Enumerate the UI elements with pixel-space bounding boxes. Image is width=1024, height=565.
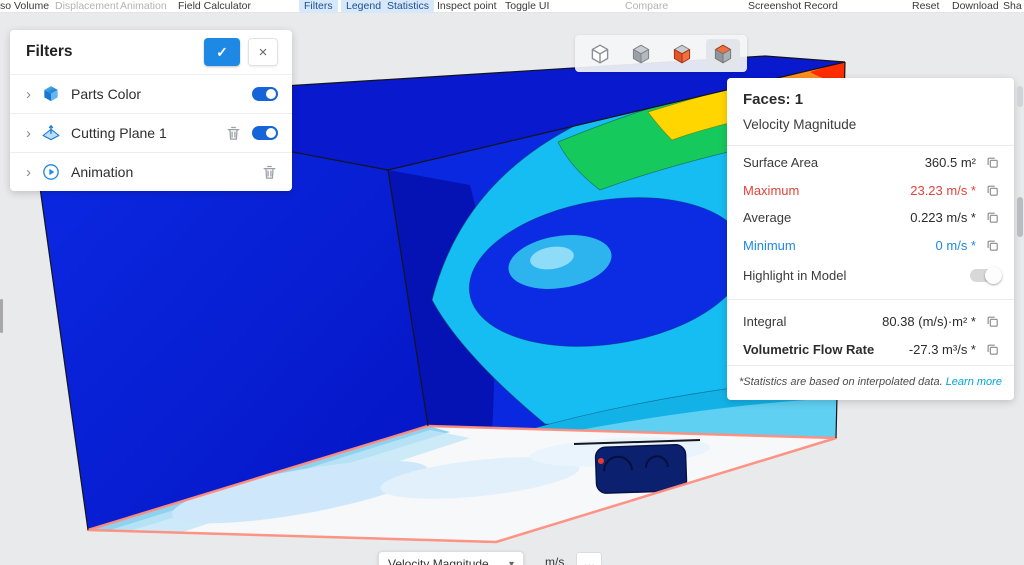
cube-clipped-icon bbox=[673, 44, 690, 63]
field-selector-label: Velocity Magnitude bbox=[388, 557, 489, 565]
filters-panel-header: Filters ✓ × bbox=[10, 30, 292, 74]
toolbar-item-iso-volume[interactable]: so Volume bbox=[0, 0, 49, 13]
cube-outline-icon bbox=[591, 44, 608, 63]
stat-label: Integral bbox=[743, 314, 787, 330]
filter-row-animation[interactable]: › Animation bbox=[10, 152, 292, 191]
toolbar-item-inspect-point[interactable]: Inspect point bbox=[437, 0, 497, 13]
stat-row-highlight: Highlight in Model bbox=[727, 259, 1014, 292]
copy-icon[interactable] bbox=[985, 183, 1000, 198]
stat-label: Maximum bbox=[743, 182, 800, 198]
copy-icon[interactable] bbox=[985, 238, 1000, 253]
legend-bar: Velocity Magnitude ▾ m/s … bbox=[378, 551, 603, 565]
statistics-subtitle: Velocity Magnitude bbox=[743, 117, 857, 132]
filter-row-label: Parts Color bbox=[71, 86, 142, 102]
toolbar-item-screenshot[interactable]: Screenshot bbox=[748, 0, 801, 13]
top-toolbar: so Volume Displacement Animation Field C… bbox=[0, 0, 1024, 13]
viewport[interactable]: so Volume Displacement Animation Field C… bbox=[0, 0, 1024, 565]
left-edge-scrollbar[interactable] bbox=[0, 299, 3, 333]
toolbar-item-download[interactable]: Download bbox=[952, 0, 999, 13]
toolbar-item-field-calculator[interactable]: Field Calculator bbox=[178, 0, 251, 13]
statistics-title: Faces: 1 bbox=[743, 91, 804, 108]
apply-filters-button[interactable]: ✓ bbox=[204, 38, 240, 66]
view-cube-section-button[interactable] bbox=[705, 38, 740, 69]
right-scrollbar-thumb-top[interactable] bbox=[1017, 86, 1023, 107]
stat-row-maximum: Maximum 23.23 m/s * bbox=[727, 177, 1014, 205]
parts-color-icon bbox=[41, 84, 61, 104]
stat-row-volumetric-flow-rate: Volumetric Flow Rate -27.3 m³/s * bbox=[727, 336, 1014, 364]
view-toolbar bbox=[575, 35, 747, 72]
copy-icon[interactable] bbox=[985, 210, 1000, 225]
close-icon: × bbox=[258, 43, 268, 61]
toolbar-item-statistics[interactable]: Statistics bbox=[382, 0, 435, 13]
delete-cutting-plane-icon[interactable] bbox=[225, 125, 242, 142]
chevron-down-icon: ▾ bbox=[508, 558, 514, 565]
copy-icon[interactable] bbox=[985, 342, 1000, 357]
toolbar-item-reset[interactable]: Reset bbox=[912, 0, 939, 13]
stat-row-minimum: Minimum 0 m/s * bbox=[727, 232, 1014, 260]
stat-value: 0.223 m/s * bbox=[910, 210, 976, 226]
statistics-footnote: *Statistics are based on interpolated da… bbox=[727, 365, 1014, 400]
right-scrollbar-thumb[interactable] bbox=[1017, 197, 1023, 237]
toolbar-item-compare[interactable]: Compare bbox=[625, 0, 668, 13]
animation-play-icon bbox=[41, 162, 61, 182]
stat-value: 360.5 m² bbox=[924, 155, 976, 171]
toolbar-item-filters[interactable]: Filters bbox=[299, 0, 338, 13]
chevron-right-icon[interactable]: › bbox=[26, 87, 31, 102]
unit-label: m/s bbox=[545, 555, 565, 565]
view-cube-solid-button[interactable] bbox=[624, 39, 658, 69]
stat-value: -27.3 m³/s * bbox=[908, 341, 976, 357]
cube-solid-icon bbox=[632, 44, 649, 63]
cutting-plane-toggle[interactable] bbox=[252, 126, 278, 140]
ellipsis-icon: … bbox=[583, 555, 596, 565]
chevron-right-icon[interactable]: › bbox=[26, 126, 31, 141]
statistics-panel: Faces: 1 Velocity Magnitude Surface Area… bbox=[727, 78, 1014, 400]
footnote-text: *Statistics are based on interpolated da… bbox=[739, 376, 946, 388]
stat-row-surface-area: Surface Area 360.5 m² bbox=[727, 149, 1014, 177]
stat-value: 80.38 (m/s)·m² * bbox=[882, 314, 976, 330]
divider bbox=[727, 299, 1014, 300]
check-icon: ✓ bbox=[216, 43, 228, 60]
stat-value: 0 m/s * bbox=[935, 237, 976, 253]
stat-label: Volumetric Flow Rate bbox=[743, 341, 875, 357]
legend-more-button[interactable]: … bbox=[576, 552, 603, 565]
view-cube-clipped-button[interactable] bbox=[665, 39, 699, 69]
field-selector-button[interactable]: Velocity Magnitude ▾ bbox=[378, 551, 524, 565]
toolbar-item-toggle-ui[interactable]: Toggle UI bbox=[505, 0, 549, 13]
toolbar-item-displacement[interactable]: Displacement bbox=[55, 0, 119, 13]
learn-more-link[interactable]: Learn more bbox=[946, 376, 1002, 388]
delete-animation-icon[interactable] bbox=[261, 164, 278, 181]
filters-panel: Filters ✓ × › Parts Color › Cutting Plan… bbox=[10, 30, 292, 191]
stat-label: Highlight in Model bbox=[743, 268, 847, 283]
cube-section-icon bbox=[714, 44, 731, 63]
filter-row-label: Animation bbox=[71, 164, 134, 180]
copy-icon[interactable] bbox=[985, 155, 1000, 170]
parts-color-toggle[interactable] bbox=[252, 87, 278, 101]
toolbar-item-animation[interactable]: Animation bbox=[120, 0, 167, 13]
chevron-right-icon[interactable]: › bbox=[26, 165, 31, 180]
statistics-header: Faces: 1 Velocity Magnitude bbox=[727, 78, 1014, 145]
copy-icon[interactable] bbox=[985, 314, 1000, 329]
highlight-in-model-toggle[interactable] bbox=[970, 267, 1002, 284]
floor-object bbox=[594, 444, 688, 494]
toolbar-item-legend[interactable]: Legend bbox=[341, 0, 387, 13]
filter-row-parts-color[interactable]: › Parts Color bbox=[10, 74, 292, 113]
stat-row-average: Average 0.223 m/s * bbox=[727, 204, 1014, 232]
stat-row-integral: Integral 80.38 (m/s)·m² * bbox=[727, 308, 1014, 336]
filter-row-cutting-plane[interactable]: › Cutting Plane 1 bbox=[10, 113, 292, 152]
filter-row-label: Cutting Plane 1 bbox=[71, 125, 167, 141]
stat-label: Average bbox=[743, 210, 792, 226]
close-filters-button[interactable]: × bbox=[248, 38, 278, 66]
filters-panel-title: Filters bbox=[26, 43, 73, 60]
stat-value: 23.23 m/s * bbox=[910, 182, 976, 198]
toolbar-item-share[interactable]: Sha bbox=[1003, 0, 1022, 13]
stat-label: Minimum bbox=[743, 237, 796, 253]
view-cube-outline-button[interactable] bbox=[583, 39, 617, 69]
cutting-plane-icon bbox=[41, 123, 61, 143]
stat-label: Surface Area bbox=[743, 155, 819, 171]
toolbar-item-record[interactable]: Record bbox=[804, 0, 838, 13]
